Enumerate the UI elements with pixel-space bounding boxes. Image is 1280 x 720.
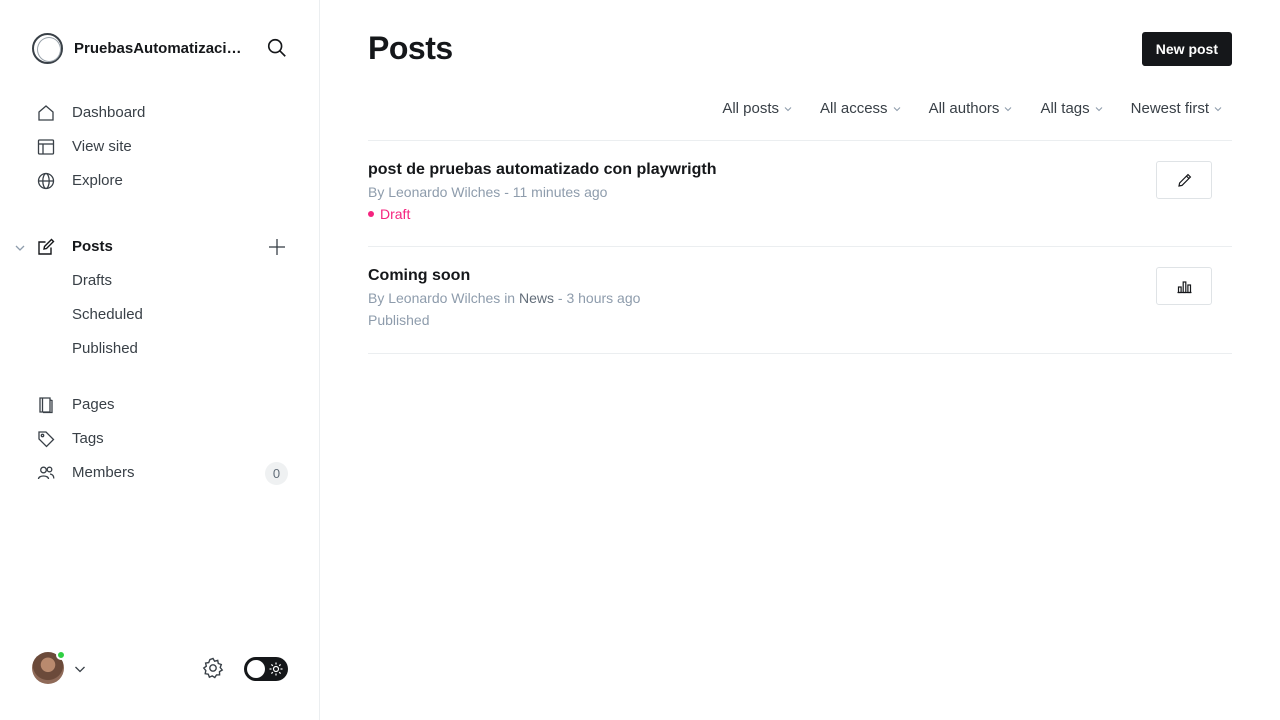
home-icon: [37, 104, 55, 122]
toggle-knob: [247, 660, 265, 678]
post-time: - 3 hours ago: [557, 290, 641, 306]
nav-item-scheduled[interactable]: Scheduled: [32, 298, 288, 332]
post-row[interactable]: Coming soon By Leonardo Wilches in News …: [368, 247, 1232, 354]
post-meta-in: in: [504, 290, 516, 306]
new-post-button[interactable]: New post: [1141, 32, 1232, 66]
edit-icon: [37, 238, 55, 256]
post-author: Leonardo Wilches: [388, 290, 501, 306]
nav-label-view-site: View site: [72, 138, 132, 155]
nav-item-members[interactable]: Members 0: [32, 456, 288, 490]
post-list: post de pruebas automatizado con playwri…: [368, 140, 1232, 354]
filter-access-dropdown[interactable]: All access: [820, 100, 901, 117]
primary-nav: Dashboard View site Explore: [32, 96, 288, 198]
post-tag: News: [518, 290, 554, 306]
nav-label-posts: Posts: [72, 238, 113, 255]
post-meta-prefix: By: [368, 184, 385, 200]
nav-label-scheduled: Scheduled: [72, 306, 143, 323]
globe-icon: [37, 172, 55, 190]
filter-authors-label: All authors: [928, 100, 1000, 117]
nav-item-tags[interactable]: Tags: [32, 422, 288, 456]
gear-icon[interactable]: [201, 656, 225, 680]
nav-label-published: Published: [72, 340, 138, 357]
bar-chart-icon: [1177, 281, 1192, 294]
online-status-dot: [56, 650, 66, 660]
post-status: Draft: [368, 206, 410, 222]
users-icon: [37, 464, 55, 482]
post-status-label: Published: [368, 312, 430, 328]
chevron-down-icon[interactable]: [74, 662, 86, 674]
members-count-badge: 0: [265, 462, 288, 485]
filter-authors-dropdown[interactable]: All authors: [929, 100, 1013, 117]
nav-item-explore[interactable]: Explore: [32, 164, 288, 198]
post-status-label: Draft: [380, 206, 411, 222]
nav-label-members: Members: [72, 464, 135, 481]
nav-item-published[interactable]: Published: [32, 332, 288, 366]
nav-label-pages: Pages: [72, 396, 115, 413]
filter-type-dropdown[interactable]: All posts: [722, 100, 792, 117]
post-row[interactable]: post de pruebas automatizado con playwri…: [368, 141, 1232, 247]
user-bar: [32, 650, 288, 686]
nav-item-view-site[interactable]: View site: [32, 130, 288, 164]
post-meta: By Leonardo Wilches in News - 3 hours ag…: [368, 290, 640, 306]
chevron-down-icon: [1095, 106, 1103, 111]
main-content: Posts New post All posts All access All …: [368, 0, 1232, 720]
edit-post-button[interactable]: [1156, 161, 1212, 199]
sidebar: PruebasAutomatizaci… Dashboard View site…: [0, 0, 320, 720]
filter-order-dropdown[interactable]: Newest first: [1131, 100, 1222, 117]
post-meta: By Leonardo Wilches - 11 minutes ago: [368, 184, 607, 200]
nav-item-drafts[interactable]: Drafts: [32, 264, 288, 298]
post-status: Published: [368, 312, 430, 328]
chevron-down-icon: [893, 106, 900, 111]
layout-icon: [37, 138, 55, 156]
secondary-nav: Pages Tags Members 0: [32, 388, 288, 490]
nav-label-dashboard: Dashboard: [72, 104, 146, 121]
sun-icon: [269, 662, 283, 676]
filter-tags-dropdown[interactable]: All tags: [1040, 100, 1103, 117]
site-title[interactable]: PruebasAutomatizaci…: [74, 40, 252, 57]
draft-status-dot: [368, 211, 374, 217]
page-title: Posts: [368, 30, 453, 66]
tag-icon: [37, 430, 55, 448]
filter-access-label: All access: [820, 100, 888, 117]
site-logo[interactable]: [32, 32, 63, 64]
nav-label-tags: Tags: [72, 430, 104, 447]
post-meta-prefix: By: [368, 290, 385, 306]
theme-toggle[interactable]: [244, 657, 288, 681]
search-icon[interactable]: [266, 37, 288, 59]
filter-tags-label: All tags: [1040, 100, 1090, 117]
filter-order-label: Newest first: [1130, 100, 1209, 117]
post-author: Leonardo Wilches: [388, 184, 501, 200]
filter-bar: All posts All access All authors All tag…: [694, 100, 1222, 117]
site-header: PruebasAutomatizaci…: [32, 32, 288, 64]
nav-label-explore: Explore: [72, 172, 123, 189]
nav-item-dashboard[interactable]: Dashboard: [32, 96, 288, 130]
pencil-icon: [1178, 173, 1192, 187]
nav-label-drafts: Drafts: [72, 272, 113, 289]
content-nav: Posts Drafts Scheduled Published: [15, 230, 288, 366]
page-icon: [37, 396, 55, 414]
chevron-down-icon: [1214, 106, 1222, 111]
post-title[interactable]: Coming soon: [368, 267, 470, 285]
post-time: - 11 minutes ago: [504, 184, 608, 200]
filter-type-label: All posts: [722, 100, 780, 117]
nav-item-posts[interactable]: Posts: [15, 230, 288, 264]
nav-item-pages[interactable]: Pages: [32, 388, 288, 422]
chevron-down-icon[interactable]: [14, 241, 26, 253]
chevron-down-icon: [784, 106, 792, 111]
post-title[interactable]: post de pruebas automatizado con playwri…: [368, 161, 716, 179]
chevron-down-icon: [1005, 106, 1012, 111]
add-post-button[interactable]: [266, 236, 288, 258]
post-analytics-button[interactable]: [1156, 267, 1212, 305]
